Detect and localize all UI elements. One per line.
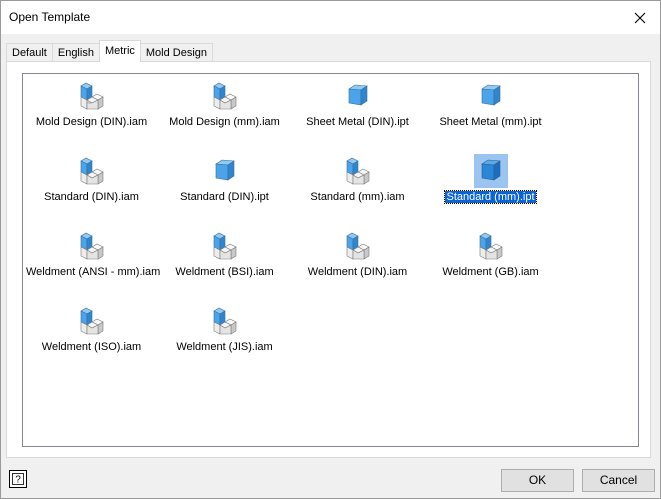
template-item-mold-design-din-iam[interactable]: Mold Design (DIN).iam [25, 79, 158, 137]
template-item-standard-din-iam[interactable]: Standard (DIN).iam [25, 154, 158, 212]
ok-button[interactable]: OK [501, 469, 574, 492]
help-icon: ? [12, 473, 24, 485]
close-icon [634, 12, 646, 23]
template-item-mold-design-mm-iam[interactable]: Mold Design (mm).iam [158, 79, 291, 137]
part-icon [208, 154, 242, 188]
template-label: Weldment (JIS).iam [176, 341, 273, 353]
tab-metric[interactable]: Metric [98, 40, 141, 62]
assembly-icon [75, 79, 109, 113]
assembly-icon [208, 229, 242, 263]
template-label: Mold Design (DIN).iam [35, 116, 148, 128]
template-item-weldment-bsi-iam[interactable]: Weldment (BSI).iam [158, 229, 291, 287]
template-label: Weldment (BSI).iam [175, 266, 274, 278]
metric-tab-panel: Mold Design (DIN).iam Mold Design (mm).i… [6, 61, 651, 458]
template-label: Standard (DIN).iam [44, 191, 139, 203]
sheet-metal-part-icon [341, 79, 375, 113]
cancel-button[interactable]: Cancel [582, 469, 655, 492]
template-label: Mold Design (mm).iam [169, 116, 280, 128]
template-item-standard-din-ipt[interactable]: Standard (DIN).ipt [158, 154, 291, 212]
title-bar[interactable]: Open Template [1, 1, 660, 34]
assembly-icon [208, 304, 242, 338]
template-item-standard-mm-ipt[interactable]: Standard (mm).ipt [424, 154, 557, 212]
open-template-dialog: Open Template Default English Metric Mol… [0, 0, 661, 499]
template-item-weldment-din-iam[interactable]: Weldment (DIN).iam [291, 229, 424, 287]
sheet-metal-part-icon [474, 79, 508, 113]
template-item-standard-mm-iam[interactable]: Standard (mm).iam [291, 154, 424, 212]
svg-text:?: ? [15, 475, 21, 486]
template-tabs: Default English Metric Mold Design [6, 40, 214, 62]
template-item-sheet-metal-mm-ipt[interactable]: Sheet Metal (mm).ipt [424, 79, 557, 137]
assembly-icon [75, 154, 109, 188]
template-item-weldment-gb-iam[interactable]: Weldment (GB).iam [424, 229, 557, 287]
tab-mold-design[interactable]: Mold Design [139, 43, 214, 62]
assembly-icon [341, 154, 375, 188]
close-button[interactable] [620, 1, 660, 34]
template-item-weldment-jis-iam[interactable]: Weldment (JIS).iam [158, 304, 291, 362]
template-label: Weldment (ISO).iam [41, 341, 142, 353]
template-label: Standard (mm).ipt [444, 190, 537, 204]
part-icon [473, 154, 508, 188]
template-item-sheet-metal-din-ipt[interactable]: Sheet Metal (DIN).ipt [291, 79, 424, 137]
template-list[interactable]: Mold Design (DIN).iam Mold Design (mm).i… [22, 73, 639, 447]
assembly-icon [341, 229, 375, 263]
assembly-icon [75, 229, 109, 263]
help-button[interactable]: ? [9, 470, 27, 488]
template-label: Sheet Metal (DIN).ipt [306, 116, 409, 128]
assembly-icon [208, 79, 242, 113]
tab-english[interactable]: English [51, 43, 100, 62]
template-label: Weldment (ANSI - mm).iam [26, 266, 161, 278]
assembly-icon [474, 229, 508, 263]
template-label: Weldment (DIN).iam [307, 266, 408, 278]
dialog-title: Open Template [9, 10, 91, 24]
assembly-icon [75, 304, 109, 338]
template-item-weldment-ansi-mm-iam[interactable]: Weldment (ANSI - mm).iam [25, 229, 161, 287]
template-label: Standard (mm).iam [310, 191, 405, 203]
template-label: Standard (DIN).ipt [180, 191, 269, 203]
tab-default[interactable]: Default [6, 43, 53, 62]
template-label: Sheet Metal (mm).ipt [439, 116, 542, 128]
template-label: Weldment (GB).iam [442, 266, 539, 278]
template-item-weldment-iso-iam[interactable]: Weldment (ISO).iam [25, 304, 158, 362]
